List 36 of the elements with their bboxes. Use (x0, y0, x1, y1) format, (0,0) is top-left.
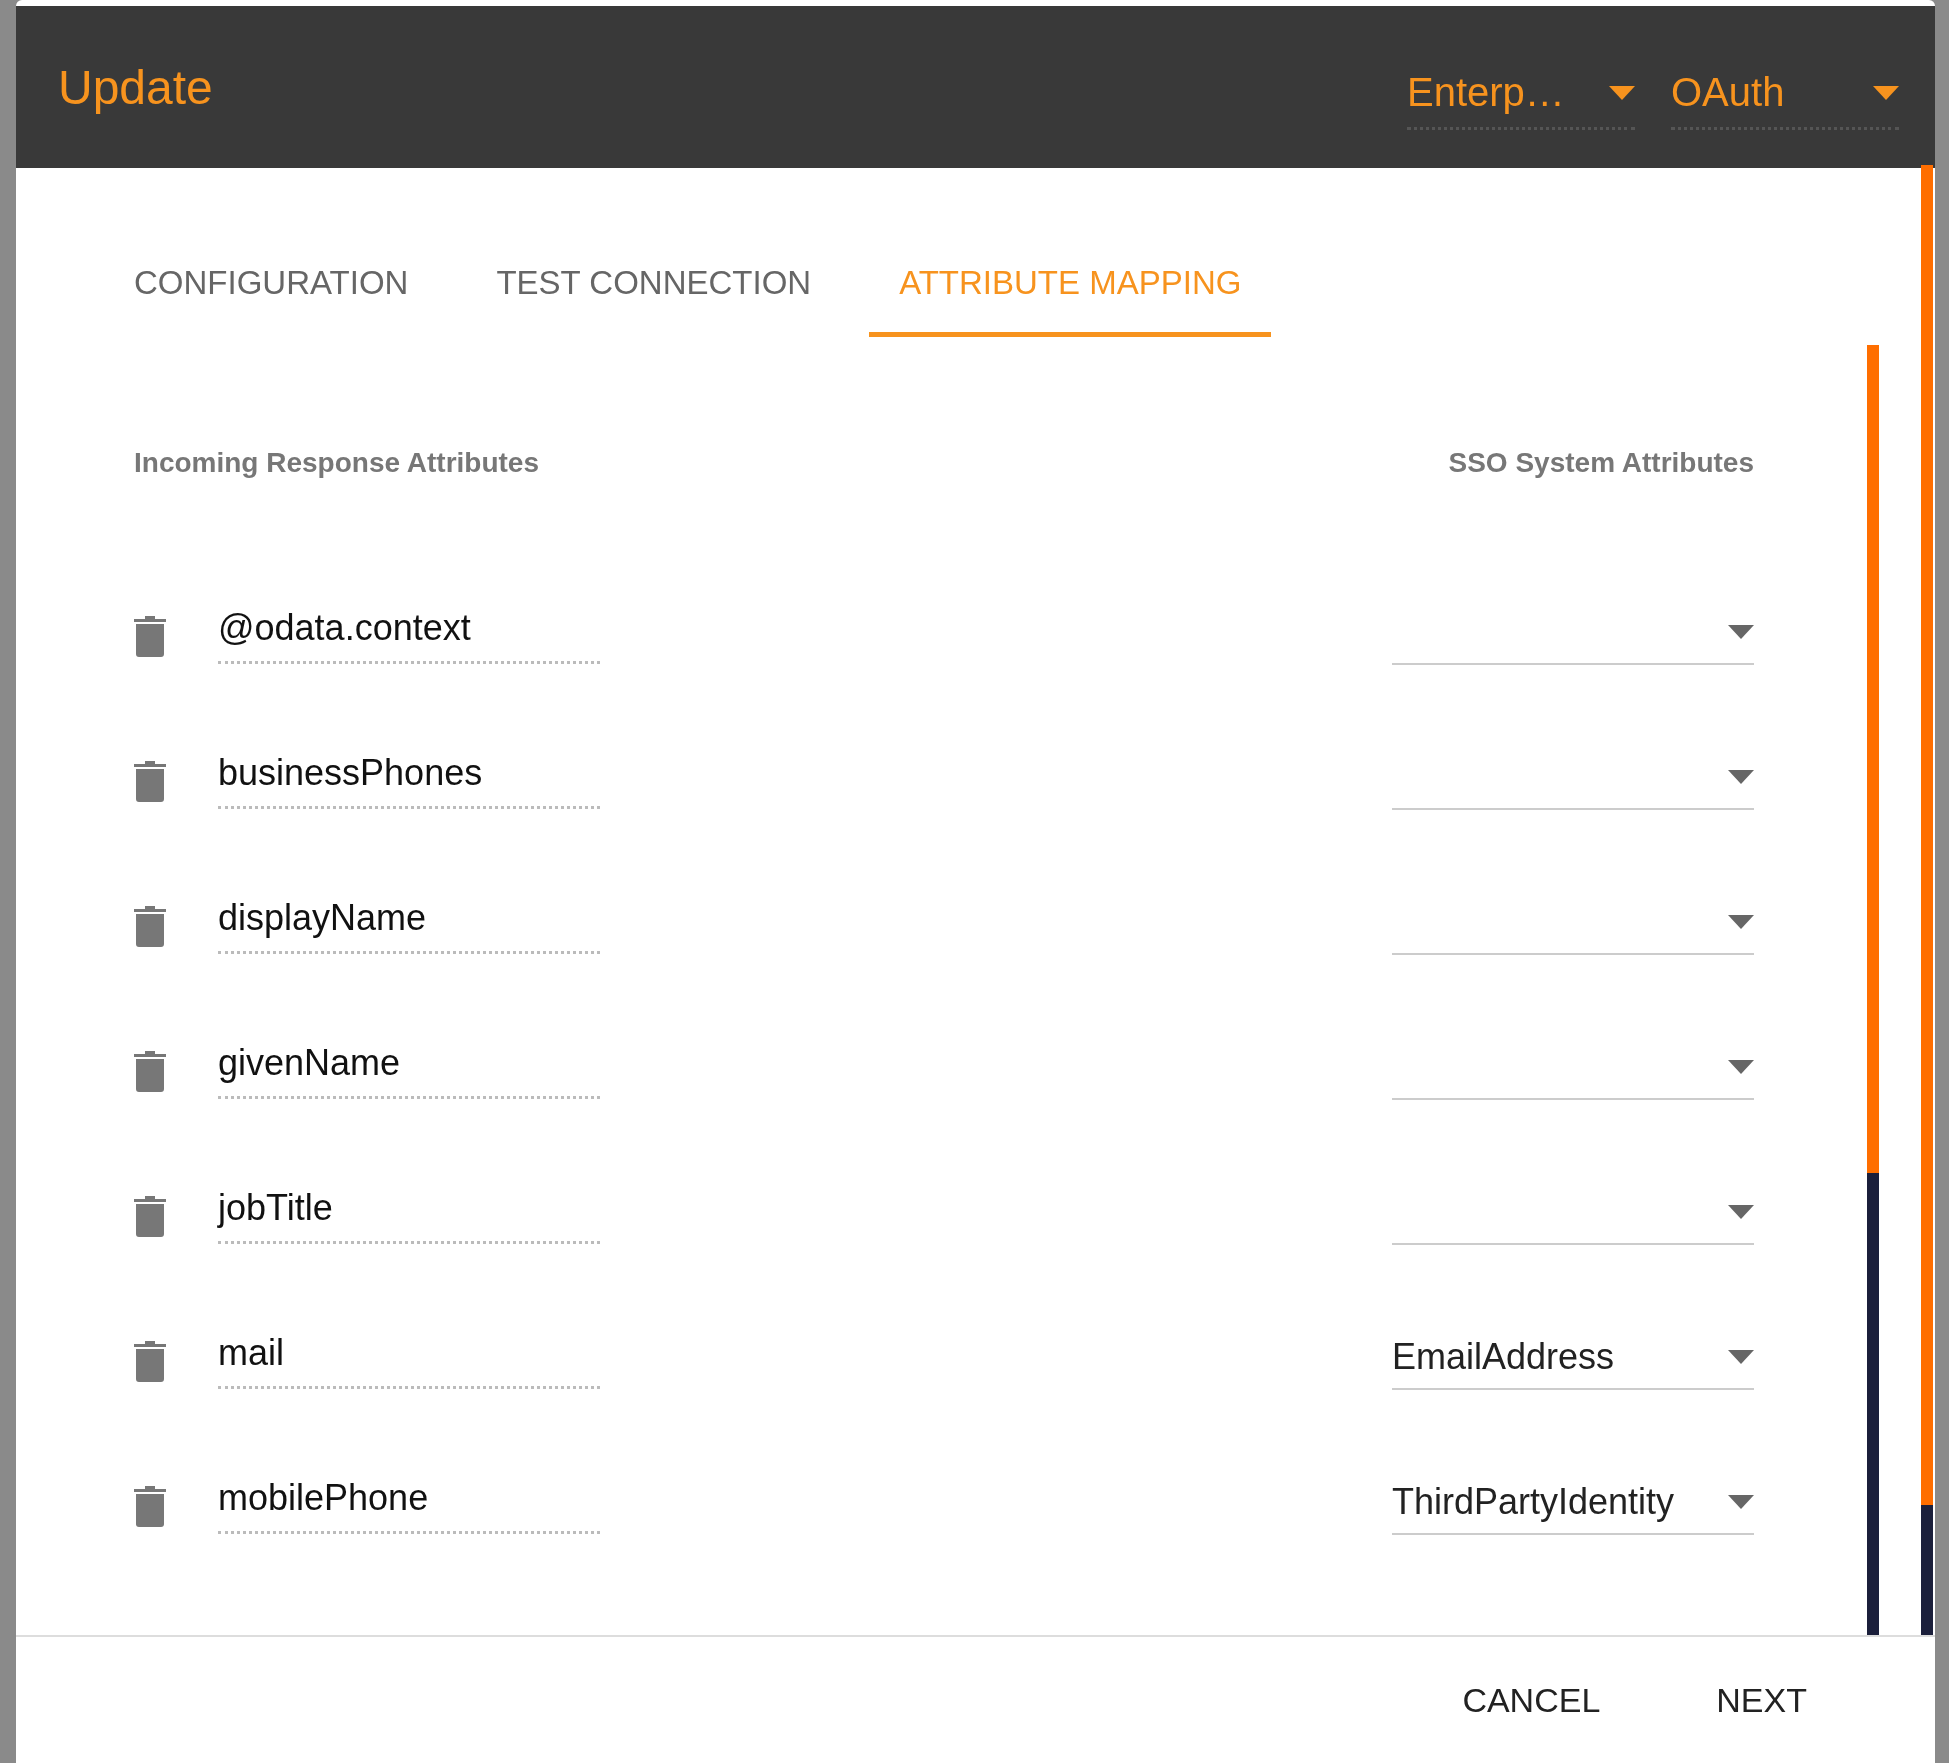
delete-icon[interactable] (134, 614, 166, 657)
attribute-field[interactable]: mobilePhone (218, 1477, 600, 1534)
attribute-field[interactable]: businessPhones (218, 752, 600, 809)
header-dropdown[interactable]: OAuth (1671, 70, 1899, 130)
caret-icon (1728, 769, 1754, 784)
scrollbar[interactable] (1921, 165, 1933, 1635)
attribute-field[interactable]: jobTitle (218, 1187, 600, 1244)
delete-icon[interactable] (134, 759, 166, 802)
caret-icon (1728, 914, 1754, 929)
caret-icon (1728, 1349, 1754, 1364)
caret-icon (1873, 85, 1899, 100)
caret-icon (1609, 85, 1635, 100)
next-button[interactable]: NEXT (1698, 1670, 1825, 1730)
delete-icon[interactable] (134, 1484, 166, 1527)
cancel-button[interactable]: CANCEL (1444, 1670, 1619, 1730)
attribute-field[interactable]: mail (218, 1332, 600, 1389)
caret-icon (1728, 1059, 1754, 1074)
column-header: SSO System Attributes (1448, 447, 1754, 479)
caret-icon (1728, 624, 1754, 639)
attribute-dropdown[interactable]: EmailAddress (1392, 1331, 1754, 1390)
attribute-field[interactable]: givenName (218, 1042, 600, 1099)
delete-icon[interactable] (134, 1049, 166, 1092)
scrollbar[interactable] (1867, 345, 1879, 1635)
delete-icon[interactable] (134, 904, 166, 947)
column-header: Incoming Response Attributes (134, 447, 539, 479)
header-dropdown[interactable]: Enterp… (1407, 70, 1635, 130)
delete-icon[interactable] (134, 1339, 166, 1382)
dialog-title: Update (58, 59, 214, 115)
attribute-field[interactable]: @odata.context (218, 607, 600, 664)
caret-icon (1728, 1494, 1754, 1509)
caret-icon (1728, 1204, 1754, 1219)
tab[interactable]: CONFIGURATION (104, 264, 439, 337)
tab[interactable]: TEST CONNECTION (466, 264, 842, 337)
delete-icon[interactable] (134, 1194, 166, 1237)
attribute-dropdown[interactable]: ThirdPartyIdentity (1392, 1476, 1754, 1535)
attribute-field[interactable]: displayName (218, 897, 600, 954)
